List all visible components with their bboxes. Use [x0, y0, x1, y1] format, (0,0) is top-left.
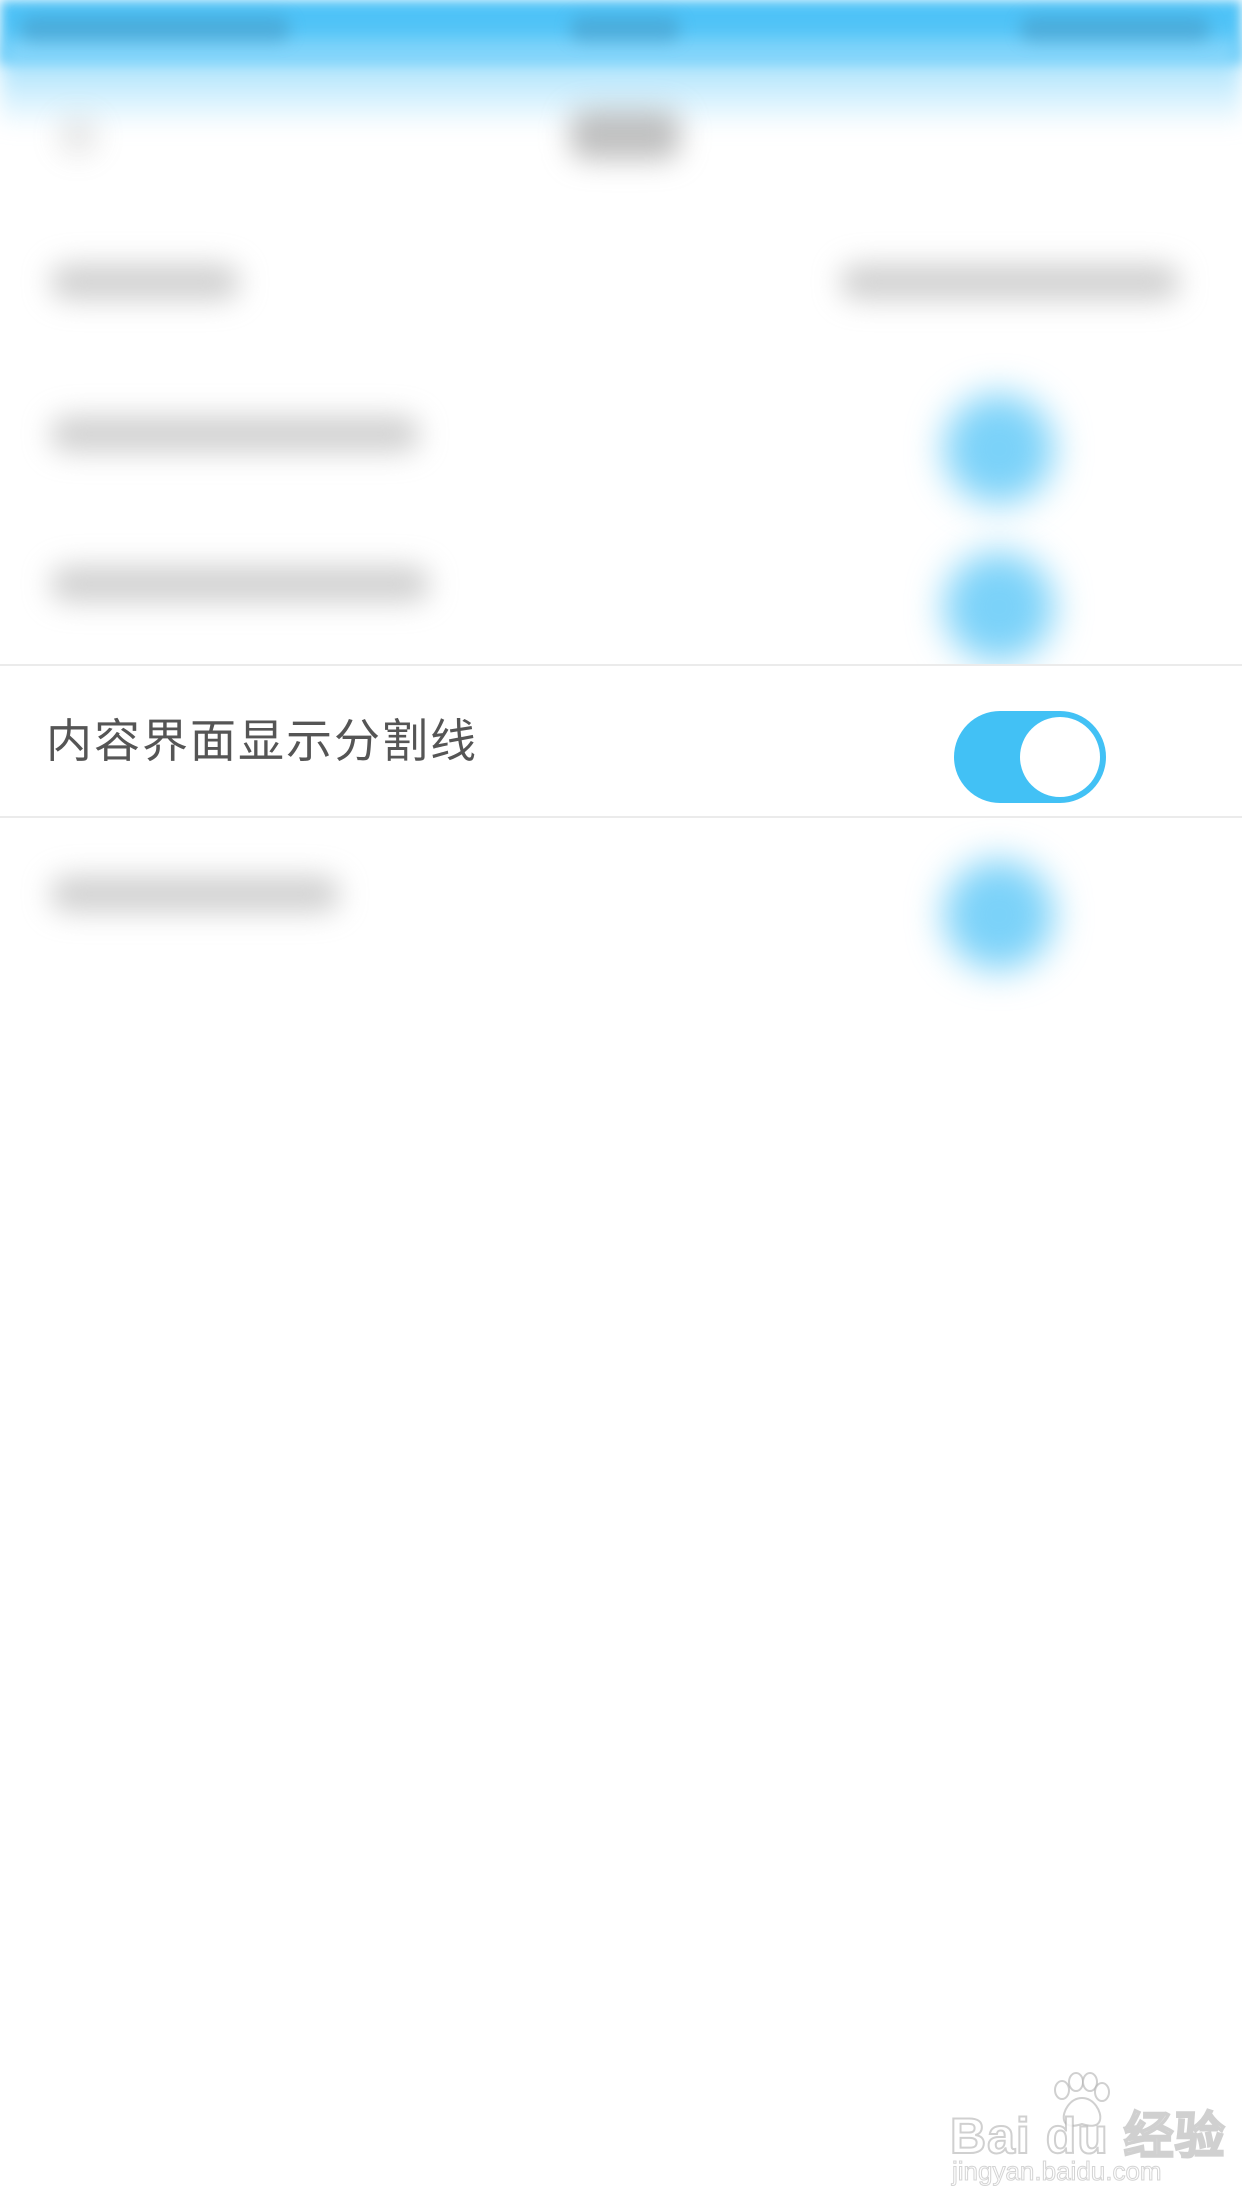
setting-row-1-label-blur — [50, 264, 240, 300]
setting-row-3-label-blur — [50, 566, 430, 602]
setting-row-content-divider[interactable]: 内容界面显示分割线 — [0, 666, 1242, 816]
status-battery-blur — [1020, 16, 1210, 42]
setting-row-5-toggle-blur — [944, 860, 1054, 970]
content-divider-toggle[interactable] — [954, 711, 1106, 803]
setting-row-3-toggle-blur — [944, 552, 1054, 662]
baidu-jingyan-watermark: Bai du 经验 jingyan.baidu.com — [949, 2068, 1226, 2188]
status-time-blur — [570, 16, 680, 42]
nav-title-blur — [570, 110, 680, 160]
back-icon[interactable] — [58, 116, 98, 156]
status-carrier-blur — [20, 16, 290, 42]
setting-label: 内容界面显示分割线 — [46, 714, 478, 768]
setting-row-2-toggle-blur — [944, 394, 1054, 504]
setting-row-1-value-blur — [840, 264, 1180, 300]
settings-screen: 内容界面显示分割线 Bai du 经验 jingyan.baidu.com — [0, 0, 1242, 2208]
toggle-knob — [1020, 717, 1100, 797]
row-divider-bottom — [0, 816, 1242, 818]
setting-row-2-label-blur — [50, 416, 420, 452]
watermark-url: jingyan.baidu.com — [952, 2156, 1163, 2187]
setting-row-5-label-blur — [50, 876, 340, 912]
